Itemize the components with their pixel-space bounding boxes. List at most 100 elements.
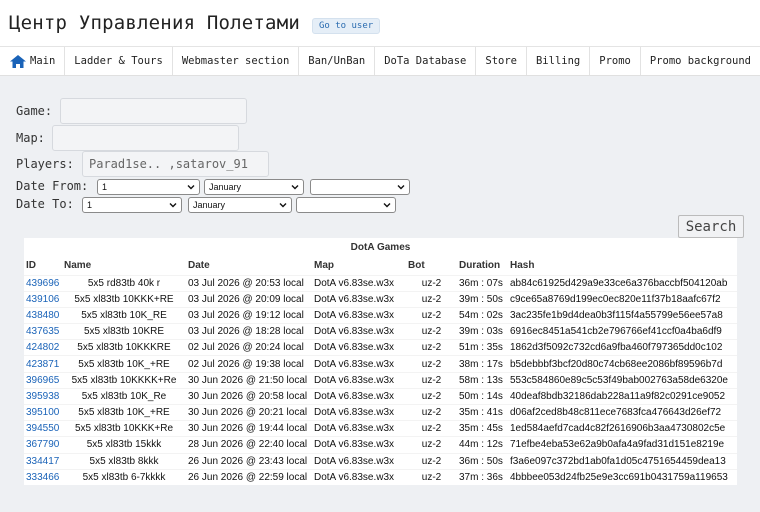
nav-item-promo[interactable]: Promo [590, 47, 641, 75]
game-id-link[interactable]: 439696 [26, 278, 59, 289]
game-map-cell: DotA v6.83se.w3x [312, 452, 406, 470]
game-date-cell: 26 Jun 2026 @ 22:59 local [186, 468, 312, 486]
date-to-day-select[interactable]: 1 [82, 197, 182, 213]
table-row: 333466 5x5 xl83tb 6-7kkkk 26 Jun 2026 @ 22… [24, 468, 737, 486]
date-from-day-select[interactable]: 1 [97, 179, 200, 195]
game-name-cell: 5x5 xl83tb 15kkk [62, 436, 186, 454]
game-id-link[interactable]: 437635 [26, 326, 59, 337]
chevron-down-icon [187, 185, 195, 190]
column-header-name: Name [64, 260, 92, 272]
game-name-cell: 5x5 xl83tb 10K_RE [62, 306, 186, 324]
players-input[interactable]: Parad1se.. ,satarov_91 [82, 151, 269, 177]
date-from-label: Date From: [16, 179, 89, 193]
game-id-cell: 437635 [24, 323, 62, 340]
nav-item-dota-database[interactable]: DoTa Database [375, 47, 477, 75]
game-hash-cell: 4bbbee053d24fb25e9e3cc691b0431759a119653 [508, 468, 737, 486]
game-bot-cell: uz-2 [406, 420, 457, 437]
game-id-link[interactable]: 439106 [26, 294, 59, 305]
game-bot-cell: uz-2 [406, 306, 457, 324]
header: Центр Управления Полетами Go to user [0, 0, 760, 46]
game-duration-cell: 35m : 41s [457, 403, 508, 421]
game-duration-cell: 35m : 45s [457, 420, 508, 437]
games-title: DotA Games [350, 242, 411, 253]
game-id-link[interactable]: 438480 [26, 310, 59, 321]
date-from-year-select[interactable] [310, 179, 410, 195]
game-id-link[interactable]: 333466 [26, 472, 59, 483]
game-hash-cell: f3a6e097c372bd1ab0fa1d05c4751654459dea13 [508, 452, 737, 470]
game-input[interactable] [60, 98, 247, 124]
game-name-cell: 5x5 xl83tb 8kkk [62, 452, 186, 470]
nav-item-ban-unban[interactable]: Ban/UnBan [299, 47, 376, 75]
map-input[interactable] [52, 125, 239, 151]
game-id-link[interactable]: 423871 [26, 359, 59, 370]
nav-item-billing[interactable]: Billing [527, 47, 591, 75]
table-row: 395100 5x5 xl83tb 10K_+RE 30 Jun 2026 @ 20… [24, 403, 737, 421]
nav-item-ladder-tours[interactable]: Ladder & Tours [65, 47, 173, 75]
chevron-down-icon [279, 203, 287, 208]
game-hash-cell: 40deaf8bdb32186dab228a11a9f82c0291ce9052 [508, 387, 737, 405]
game-id-cell: 333466 [24, 468, 62, 486]
date-from-month-select[interactable]: January [204, 179, 304, 195]
dota-games-panel: DotA Games ID Name Date Map Bot Duration… [24, 238, 737, 486]
date-to-label: Date To: [16, 197, 74, 211]
table-row: 334417 5x5 xl83tb 8kkk 26 Jun 2026 @ 23:43… [24, 452, 737, 470]
game-id-link[interactable]: 396965 [26, 375, 59, 386]
game-bot-cell: uz-2 [406, 274, 457, 292]
game-hash-cell: 6916ec8451a541cb2e796766ef41ccf0a4ba6df9 [508, 323, 737, 340]
game-date-cell: 02 Jul 2026 @ 19:38 local [186, 355, 312, 373]
game-date-cell: 28 Jun 2026 @ 22:40 local [186, 436, 312, 454]
game-name-cell: 5x5 xl83tb 10KKKRE [62, 339, 186, 356]
game-id-cell: 439106 [24, 290, 62, 308]
date-to-year-select[interactable] [296, 197, 396, 213]
game-label: Game: [16, 104, 53, 118]
date-to-month-select[interactable]: January [188, 197, 292, 213]
nav-item-webmaster-section[interactable]: Webmaster section [173, 47, 300, 75]
nav-item-promo-background[interactable]: Promo background [641, 47, 760, 75]
game-bot-cell: uz-2 [406, 468, 457, 486]
game-name-cell: 5x5 xl83tb 10KRE [62, 323, 186, 340]
game-date-cell: 02 Jul 2026 @ 20:24 local [186, 339, 312, 356]
map-label: Map: [16, 131, 45, 145]
column-header-id: ID [26, 260, 36, 272]
home-icon [10, 54, 26, 68]
table-row: 439696 5x5 rd83tb 40k r 03 Jul 2026 @ 20:5… [24, 274, 737, 292]
game-id-link[interactable]: 395100 [26, 407, 59, 418]
game-map-cell: DotA v6.83se.w3x [312, 371, 406, 389]
game-duration-cell: 51m : 35s [457, 339, 508, 356]
game-bot-cell: uz-2 [406, 452, 457, 470]
game-map-cell: DotA v6.83se.w3x [312, 355, 406, 373]
chevron-down-icon [291, 185, 299, 190]
game-hash-cell: c9ce65a8769d199ec0ec820e11f37b18aafc67f2 [508, 290, 737, 308]
game-duration-cell: 58m : 13s [457, 371, 508, 389]
game-id-link[interactable]: 367790 [26, 439, 59, 450]
game-id-link[interactable]: 334417 [26, 456, 59, 467]
games-table: ID Name Date Map Bot Duration Hash 43969… [24, 257, 737, 486]
game-name-cell: 5x5 xl83tb 10K_Re [62, 387, 186, 405]
game-bot-cell: uz-2 [406, 355, 457, 373]
game-hash-cell: 1ed584aefd7cad4c82f2616906b3aa4730802c5e [508, 420, 737, 437]
game-hash-cell: b5debbbf3bcf20d80c74cb68ee2086bf89596b7d [508, 355, 737, 373]
game-id-link[interactable]: 424802 [26, 342, 59, 353]
game-duration-cell: 36m : 07s [457, 274, 508, 292]
nav-item-main[interactable]: Main [0, 47, 66, 75]
nav-item-store[interactable]: Store [476, 47, 527, 75]
game-bot-cell: uz-2 [406, 387, 457, 405]
column-header-map: Map [314, 260, 334, 272]
game-map-cell: DotA v6.83se.w3x [312, 436, 406, 454]
game-map-cell: DotA v6.83se.w3x [312, 306, 406, 324]
column-header-bot: Bot [408, 260, 425, 272]
game-duration-cell: 36m : 50s [457, 452, 508, 470]
game-id-link[interactable]: 395938 [26, 391, 59, 402]
chevron-down-icon [169, 203, 177, 208]
table-row: 396965 5x5 xl83tb 10KKKK+Re 30 Jun 2026 @ … [24, 371, 737, 389]
game-id-cell: 395100 [24, 403, 62, 421]
game-id-cell: 439696 [24, 274, 62, 292]
game-id-cell: 395938 [24, 387, 62, 405]
game-name-cell: 5x5 xl83tb 10K_+RE [62, 403, 186, 421]
go-to-user-button[interactable]: Go to user [311, 18, 381, 34]
game-id-cell: 334417 [24, 452, 62, 470]
game-id-link[interactable]: 394550 [26, 423, 59, 434]
column-header-duration: Duration [459, 260, 501, 272]
column-header-date: Date [188, 260, 210, 272]
search-button[interactable]: Search [678, 215, 744, 238]
